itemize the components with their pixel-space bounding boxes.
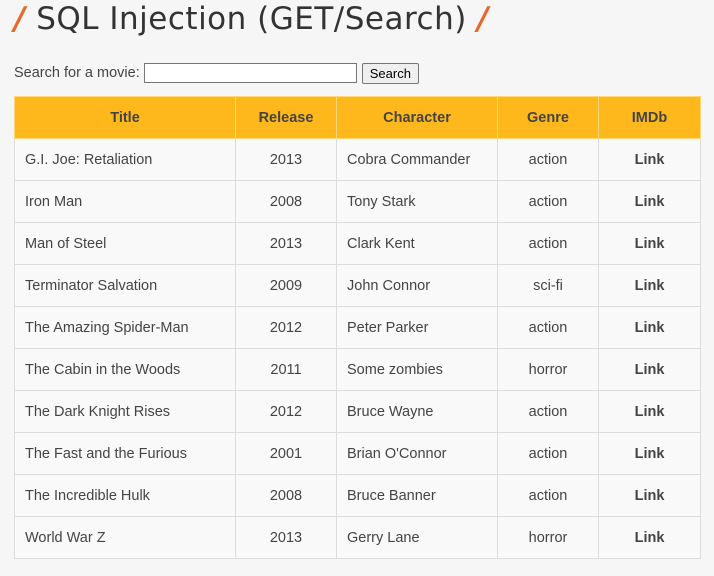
column-header-release: Release	[235, 96, 337, 139]
movie-character: Clark Kent	[336, 222, 498, 265]
imdb-link[interactable]: Link	[598, 264, 701, 307]
table-row: The Cabin in the Woods 2011 Some zombies…	[14, 348, 701, 391]
movie-release: 2012	[235, 390, 337, 433]
movie-release: 2013	[235, 138, 337, 181]
imdb-link[interactable]: Link	[598, 348, 701, 391]
page-title-text: SQL Injection (GET/Search)	[36, 1, 467, 37]
table-row: Terminator Salvation 2009 John Connor sc…	[14, 264, 701, 307]
movies-table: Title Release Character Genre IMDb G.I. …	[14, 96, 701, 559]
table-row: The Fast and the Furious 2001 Brian O'Co…	[14, 432, 701, 475]
table-row: The Amazing Spider-Man 2012 Peter Parker…	[14, 306, 701, 349]
movie-character: Bruce Wayne	[336, 390, 498, 433]
movie-genre: action	[497, 432, 599, 475]
movie-genre: horror	[497, 516, 599, 559]
movie-title: G.I. Joe: Retaliation	[14, 138, 236, 181]
table-row: G.I. Joe: Retaliation 2013 Cobra Command…	[14, 138, 701, 181]
movie-genre: action	[497, 390, 599, 433]
imdb-link[interactable]: Link	[598, 432, 701, 475]
movie-character: Peter Parker	[336, 306, 498, 349]
movie-title: The Amazing Spider-Man	[14, 306, 236, 349]
movie-genre: action	[497, 138, 599, 181]
movie-title: Terminator Salvation	[14, 264, 236, 307]
movie-release: 2013	[235, 516, 337, 559]
movie-character: Cobra Commander	[336, 138, 498, 181]
search-label: Search for a movie:	[14, 65, 140, 81]
movie-release: 2008	[235, 474, 337, 517]
movie-title: The Fast and the Furious	[14, 432, 236, 475]
imdb-link[interactable]: Link	[598, 516, 701, 559]
column-header-imdb: IMDb	[598, 96, 701, 139]
table-row: Man of Steel 2013 Clark Kent action Link	[14, 222, 701, 265]
imdb-link[interactable]: Link	[598, 390, 701, 433]
table-row: The Incredible Hulk 2008 Bruce Banner ac…	[14, 474, 701, 517]
column-header-character: Character	[336, 96, 498, 139]
column-header-genre: Genre	[497, 96, 599, 139]
search-form: Search for a movie: Search	[14, 62, 419, 84]
movie-genre: action	[497, 222, 599, 265]
search-input[interactable]	[143, 63, 357, 83]
page-title: / SQL Injection (GET/Search) /	[14, 0, 489, 40]
movie-title: The Dark Knight Rises	[14, 390, 236, 433]
movie-release: 2008	[235, 180, 337, 223]
movie-character: Some zombies	[336, 348, 498, 391]
movie-genre: action	[497, 474, 599, 517]
movie-release: 2012	[235, 306, 337, 349]
movie-genre: action	[497, 180, 599, 223]
imdb-link[interactable]: Link	[598, 306, 701, 349]
table-row: The Dark Knight Rises 2012 Bruce Wayne a…	[14, 390, 701, 433]
movie-release: 2009	[235, 264, 337, 307]
movie-title: The Cabin in the Woods	[14, 348, 236, 391]
movie-genre: horror	[497, 348, 599, 391]
table-row: Iron Man 2008 Tony Stark action Link	[14, 180, 701, 223]
movie-character: Bruce Banner	[336, 474, 498, 517]
movie-title: Iron Man	[14, 180, 236, 223]
movie-character: Gerry Lane	[336, 516, 498, 559]
table-row: World War Z 2013 Gerry Lane horror Link	[14, 516, 701, 559]
movie-genre: sci-fi	[497, 264, 599, 307]
movie-title: World War Z	[14, 516, 236, 559]
movie-release: 2013	[235, 222, 337, 265]
movie-release: 2011	[235, 348, 337, 391]
table-header-row: Title Release Character Genre IMDb	[14, 96, 701, 139]
movie-character: John Connor	[336, 264, 498, 307]
movie-title: The Incredible Hulk	[14, 474, 236, 517]
title-slash-left: /	[14, 1, 26, 37]
imdb-link[interactable]: Link	[598, 138, 701, 181]
movie-release: 2001	[235, 432, 337, 475]
search-button[interactable]: Search	[361, 62, 419, 84]
title-slash-right: /	[477, 1, 490, 37]
column-header-title: Title	[14, 96, 236, 139]
imdb-link[interactable]: Link	[598, 474, 701, 517]
movie-character: Tony Stark	[336, 180, 498, 223]
imdb-link[interactable]: Link	[598, 222, 701, 265]
movie-title: Man of Steel	[14, 222, 236, 265]
movie-genre: action	[497, 306, 599, 349]
imdb-link[interactable]: Link	[598, 180, 701, 223]
movie-character: Brian O'Connor	[336, 432, 498, 475]
